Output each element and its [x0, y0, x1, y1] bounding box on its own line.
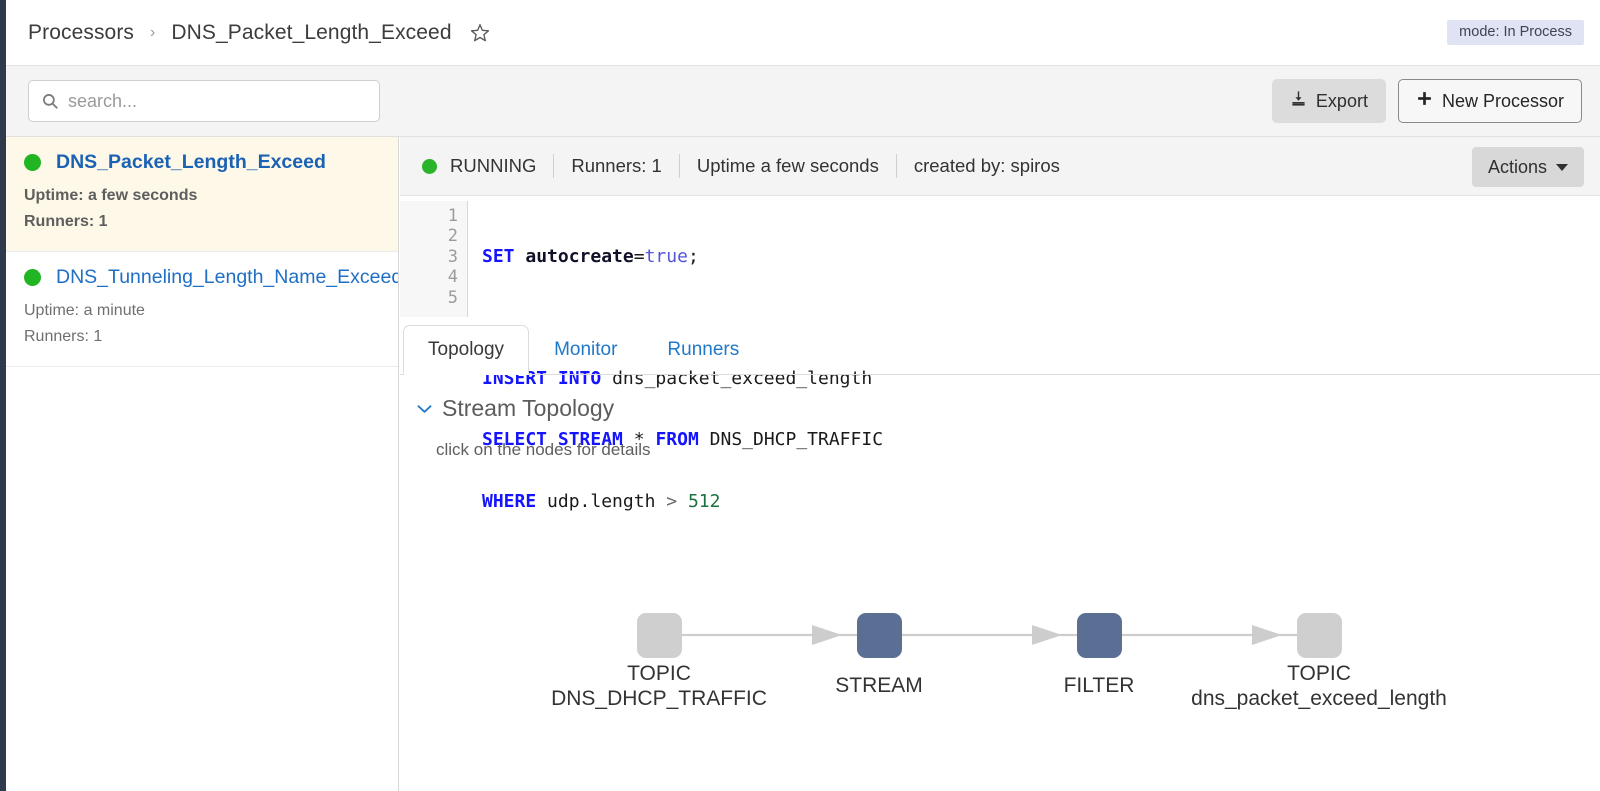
node-type-label-stream: STREAM: [835, 674, 923, 697]
tab-runners[interactable]: Runners: [642, 325, 764, 375]
processor-list: DNS_Packet_Length_Exceed Uptime: a few s…: [6, 137, 399, 791]
processor-runners: Runners: 1: [24, 212, 108, 230]
breadcrumb-current: DNS_Packet_Length_Exceed: [171, 20, 452, 44]
processor-header: DNS_Packet_Length_Exceed: [24, 151, 380, 174]
breadcrumb-root[interactable]: Processors: [28, 21, 134, 45]
search-input[interactable]: [68, 90, 367, 112]
node-name-label-topic-source: DNS_DHCP_TRAFFIC: [551, 687, 767, 710]
line-number: 4: [447, 267, 458, 288]
node-name-label-topic-sink: dns_packet_exceed_length: [1191, 687, 1447, 710]
breadcrumb-bar: Processors › DNS_Packet_Length_Exceed mo…: [6, 0, 1600, 66]
star-outline-icon[interactable]: [469, 22, 491, 44]
download-icon: [1290, 90, 1307, 112]
node-type-label-topic-source: TOPIC: [627, 662, 691, 685]
status-state: RUNNING: [450, 155, 537, 176]
tab-topology[interactable]: Topology: [403, 325, 530, 375]
topology-node-filter[interactable]: [1077, 613, 1122, 658]
status-bar: RUNNING Runners: 1 Uptime a few seconds …: [400, 137, 1600, 196]
line-number-gutter: 1 2 3 4 5: [400, 201, 468, 317]
toolbar: Export New Processor: [6, 66, 1600, 137]
topology-node-topic-source[interactable]: [637, 613, 682, 658]
toolbar-actions: Export New Processor: [1271, 79, 1582, 123]
processor-runners: Runners: 1: [24, 327, 103, 345]
topology-graph: TOPIC DNS_DHCP_TRAFFIC STREAM FILTER TOP…: [551, 613, 1447, 710]
list-item[interactable]: DNS_Packet_Length_Exceed Uptime: a few s…: [6, 137, 398, 252]
line-number: 5: [447, 287, 458, 308]
processor-name[interactable]: DNS_Packet_Length_Exceed: [56, 151, 326, 174]
new-processor-button[interactable]: New Processor: [1397, 79, 1582, 123]
search-icon: [41, 92, 59, 110]
breadcrumb-separator: ›: [150, 23, 156, 41]
code-line: SET autocreate=true;: [482, 245, 699, 267]
status-divider: [678, 154, 680, 178]
detail-tabs: Topology Monitor Runners: [400, 318, 1600, 375]
export-button[interactable]: Export: [1271, 79, 1386, 123]
detail-panel: RUNNING Runners: 1 Uptime a few seconds …: [400, 137, 1600, 791]
topology-canvas: TOPIC DNS_DHCP_TRAFFIC STREAM FILTER TOP…: [400, 460, 1600, 790]
list-item[interactable]: DNS_Tunneling_Length_Name_Exceed Uptime:…: [6, 252, 398, 367]
node-type-label-filter: FILTER: [1064, 674, 1135, 697]
processor-header: DNS_Tunneling_Length_Name_Exceed: [24, 266, 398, 289]
plus-icon: [1416, 90, 1433, 112]
code-lines: SET autocreate=true; INSERT INTO dns_pac…: [468, 201, 883, 511]
status-dot-icon: [24, 268, 41, 286]
search-box[interactable]: [28, 80, 380, 122]
line-number: 1: [447, 206, 458, 226]
stream-topology-title: Stream Topology: [442, 395, 615, 421]
status-uptime: Uptime a few seconds: [696, 155, 879, 176]
line-number: 2: [447, 226, 458, 247]
status-divider: [895, 154, 897, 178]
actions-button[interactable]: Actions: [1471, 147, 1584, 187]
running-status-dot-icon: [422, 158, 437, 174]
chevron-down-icon[interactable]: [417, 400, 432, 417]
topology-node-stream[interactable]: [857, 613, 902, 658]
sql-code-block[interactable]: 1 2 3 4 5 SET autocreate=true; INSERT IN…: [400, 196, 1600, 511]
status-dot-icon: [24, 154, 41, 171]
tab-monitor[interactable]: Monitor: [529, 325, 642, 375]
mode-badge: mode: In Process: [1447, 20, 1584, 45]
processor-uptime: Uptime: a minute: [24, 301, 145, 319]
export-label: Export: [1315, 90, 1368, 111]
status-divider: [553, 154, 555, 178]
status-created-by: created by: spiros: [913, 155, 1060, 176]
processor-name[interactable]: DNS_Tunneling_Length_Name_Exceed: [56, 266, 398, 289]
new-processor-label: New Processor: [1441, 90, 1564, 111]
status-items: RUNNING Runners: 1 Uptime a few seconds …: [422, 154, 1060, 178]
app-root: Processors › DNS_Packet_Length_Exceed mo…: [0, 0, 1600, 791]
chevron-down-icon: [1556, 163, 1568, 171]
status-runners: Runners: 1: [571, 155, 662, 176]
topology-node-topic-sink[interactable]: [1297, 613, 1342, 658]
actions-label: Actions: [1487, 156, 1547, 177]
line-number: 3: [447, 246, 458, 267]
processor-uptime: Uptime: a few seconds: [24, 187, 198, 204]
node-type-label-topic-sink: TOPIC: [1287, 662, 1351, 685]
